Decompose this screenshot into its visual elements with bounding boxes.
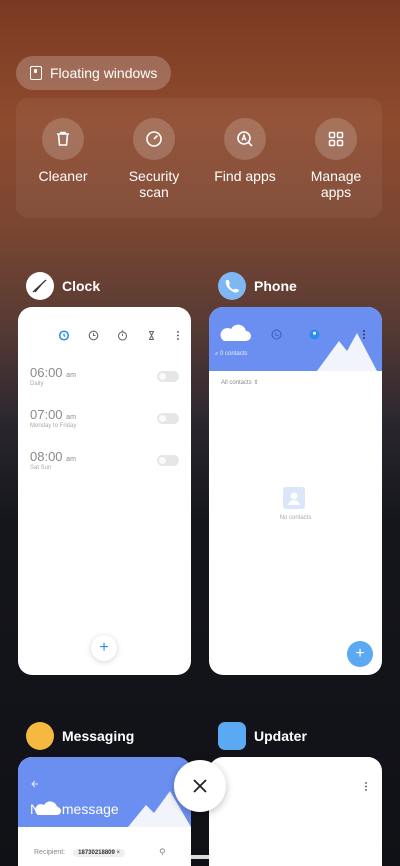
stopwatch-icon[interactable] bbox=[117, 330, 128, 341]
more-options-icon[interactable] bbox=[175, 330, 181, 341]
alarm-repeat: Sat Sun bbox=[30, 465, 52, 471]
new-message-title: New message bbox=[30, 801, 119, 817]
manage-apps-button[interactable]: Manage apps bbox=[294, 118, 378, 200]
cleaner-label: Cleaner bbox=[38, 168, 88, 184]
timer-icon[interactable] bbox=[146, 330, 157, 341]
alarm-repeat: Daily bbox=[30, 381, 44, 387]
message-header: New message bbox=[18, 757, 191, 827]
quick-tools-panel: Cleaner Security scan Find apps Manage app… bbox=[16, 98, 382, 218]
contacts-search[interactable]: ⌕ 0 contacts bbox=[215, 351, 247, 358]
find-apps-icon bbox=[224, 118, 266, 160]
messaging-app-icon bbox=[26, 722, 54, 750]
cleaner-button[interactable]: Cleaner bbox=[21, 118, 105, 184]
close-all-button[interactable] bbox=[174, 760, 226, 812]
call-log-tab-icon[interactable] bbox=[271, 329, 282, 340]
recipient-chip[interactable]: 18730218809 × bbox=[73, 848, 126, 857]
clock-tabs bbox=[58, 329, 181, 341]
alarm-toggle[interactable] bbox=[157, 455, 179, 466]
more-options-icon[interactable] bbox=[363, 781, 369, 792]
sort-icon: ⇕ bbox=[253, 380, 259, 386]
alarm-toggle[interactable] bbox=[157, 371, 179, 382]
find-apps-label: Find apps bbox=[214, 168, 276, 184]
add-contact-button[interactable]: + bbox=[347, 641, 373, 667]
security-scan-button[interactable]: Security scan bbox=[112, 118, 196, 200]
alarm-icon[interactable] bbox=[58, 329, 70, 341]
messaging-app-card[interactable]: New message Recipient: 18730218809 × ⚲ bbox=[18, 757, 191, 866]
floating-windows-label: Floating windows bbox=[50, 65, 158, 81]
contacts-search-placeholder: 0 contacts bbox=[220, 351, 248, 357]
phone-app-card[interactable]: ⌕ 0 contacts All contacts ⇕ No contacts … bbox=[209, 307, 382, 675]
clock-tab-icon[interactable] bbox=[88, 330, 99, 341]
back-arrow-icon[interactable] bbox=[30, 779, 40, 789]
close-icon bbox=[193, 779, 207, 793]
grid-icon bbox=[315, 118, 357, 160]
alarm-toggle[interactable] bbox=[157, 413, 179, 424]
clock-app-card[interactable]: 06:00 am Daily 07:00 am Monday to Friday… bbox=[18, 307, 191, 675]
floating-window-icon bbox=[30, 66, 42, 80]
find-apps-button[interactable]: Find apps bbox=[203, 118, 287, 184]
recipient-label: Recipient: bbox=[34, 849, 66, 856]
phone-app-icon bbox=[218, 272, 246, 300]
contacts-filter[interactable]: All contacts ⇕ bbox=[221, 379, 258, 386]
phone-header: ⌕ 0 contacts bbox=[209, 307, 382, 371]
cloud-illustration bbox=[220, 324, 251, 341]
mountain-illustration bbox=[317, 333, 377, 371]
floating-windows-button[interactable]: Floating windows bbox=[16, 56, 172, 90]
phone-app-header[interactable]: Phone bbox=[218, 272, 297, 300]
add-alarm-button[interactable]: + bbox=[91, 635, 117, 661]
clock-app-name: Clock bbox=[62, 278, 101, 294]
updater-app-name: Updater bbox=[254, 728, 307, 744]
messaging-app-name: Messaging bbox=[62, 728, 135, 744]
alarm-row[interactable]: 07:00 am Monday to Friday bbox=[30, 407, 179, 447]
empty-contacts-text: No contacts bbox=[279, 515, 312, 521]
clock-app-icon bbox=[26, 272, 54, 300]
updater-app-card[interactable] bbox=[209, 757, 382, 866]
messaging-app-header[interactable]: Messaging bbox=[26, 722, 134, 750]
alarm-row[interactable]: 06:00 am Daily bbox=[30, 365, 179, 405]
updater-app-icon bbox=[218, 722, 246, 750]
home-indicator[interactable] bbox=[127, 855, 273, 859]
more-options-icon[interactable] bbox=[361, 329, 367, 340]
search-icon: ⌕ bbox=[215, 351, 219, 357]
security-scan-icon bbox=[133, 118, 175, 160]
phone-app-name: Phone bbox=[254, 278, 297, 294]
manage-apps-label: Manage apps bbox=[310, 168, 362, 200]
clock-app-header[interactable]: Clock bbox=[26, 272, 100, 300]
contacts-filter-label: All contacts bbox=[221, 380, 252, 386]
alarm-repeat: Monday to Friday bbox=[30, 423, 77, 429]
security-scan-label: Security scan bbox=[128, 168, 180, 200]
alarm-row[interactable]: 08:00 am Sat Sun bbox=[30, 449, 179, 489]
trash-icon bbox=[42, 118, 84, 160]
contact-placeholder-icon bbox=[283, 487, 305, 509]
updater-app-header[interactable]: Updater bbox=[218, 722, 307, 750]
